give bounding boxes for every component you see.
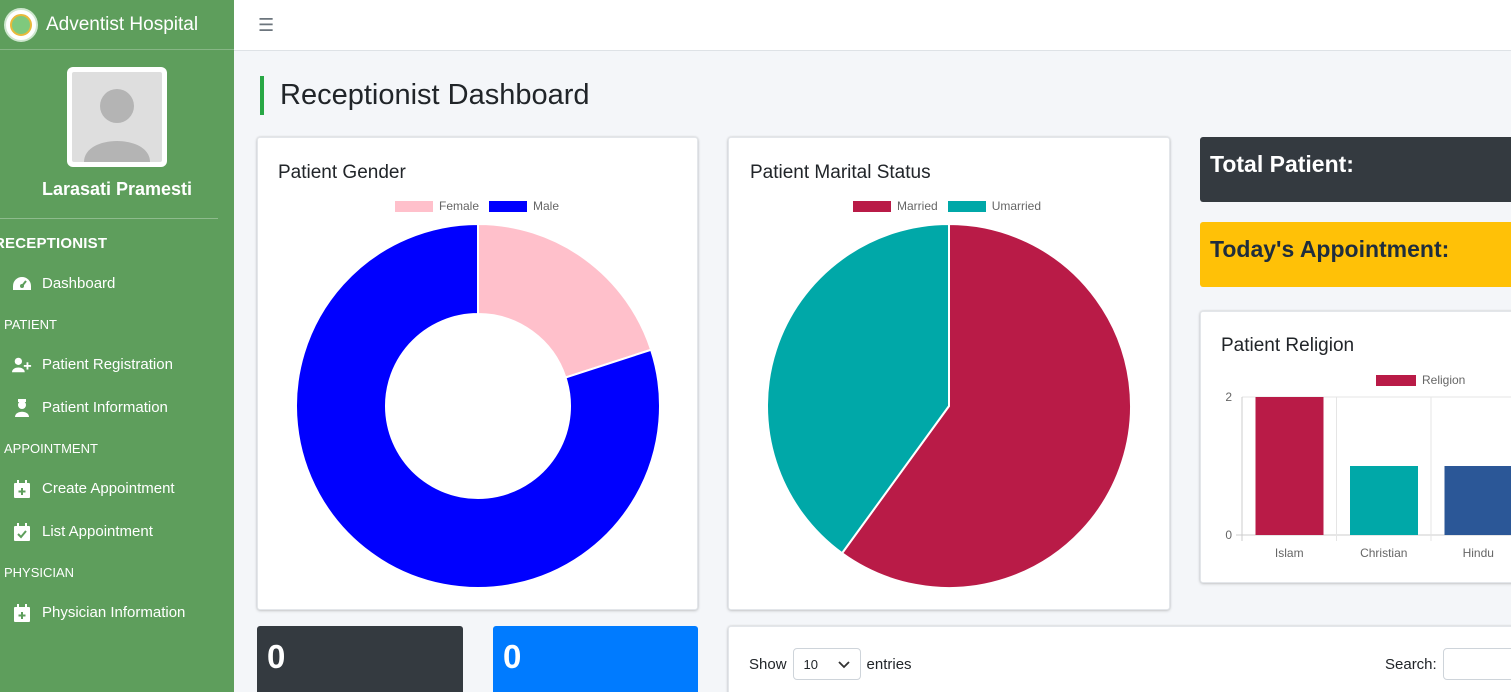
chevron-down-icon (837, 657, 850, 672)
user-panel: Larasati Pramesti (0, 50, 234, 200)
user-nurse-icon (12, 398, 32, 418)
todays-appointment-label: Today's Appointment: (1210, 236, 1450, 262)
sidebar-item-label: Patient Registration (42, 356, 173, 373)
menu-toggle-icon[interactable]: ☰ (258, 15, 274, 36)
calendar-plus-icon (12, 603, 32, 623)
y-tick-label: 2 (1225, 390, 1232, 404)
stat-box-dark: 0 (257, 626, 463, 692)
page-title: Receptionist Dashboard (260, 76, 590, 115)
hospital-logo (4, 7, 38, 42)
x-tick-label: Hindu (1463, 546, 1494, 560)
sidebar-item-create-appointment[interactable]: Create Appointment (0, 467, 234, 510)
sidebar-item-dashboard[interactable]: Dashboard (0, 262, 234, 305)
search-input[interactable] (1442, 648, 1511, 680)
total-patient-label: Total Patient: (1210, 151, 1354, 177)
nav-header-patient: PATIENT (4, 316, 57, 332)
sidebar: Adventist Hospital Larasati Pramesti REC… (0, 0, 234, 692)
todays-appointment-box: Today's Appointment: (1200, 222, 1511, 287)
table-search: Search: (1385, 648, 1511, 680)
brand-link[interactable]: Adventist Hospital (0, 0, 234, 50)
user-name[interactable]: Larasati Pramesti (0, 179, 234, 200)
brand-name: Adventist Hospital (46, 13, 199, 35)
pie-slice-female[interactable] (477, 222, 653, 379)
entries-control: Show 10 entries (749, 648, 912, 680)
stat-value: 0 (503, 638, 522, 675)
sidebar-item-patient-registration[interactable]: Patient Registration (0, 343, 234, 386)
stat-value: 0 (267, 638, 286, 675)
patient-marital-status-card: Patient Marital Status Married Umarried (728, 137, 1170, 610)
sidebar-item-label: Patient Information (42, 399, 168, 416)
calendar-plus-icon (12, 479, 32, 499)
entries-label: entries (866, 655, 912, 673)
x-tick-label: Islam (1275, 546, 1304, 560)
bar-hindu[interactable] (1444, 466, 1511, 535)
sidebar-item-label: Dashboard (42, 275, 116, 292)
user-plus-icon (12, 355, 32, 375)
sidebar-item-label: Physician Information (42, 604, 186, 621)
sidebar-divider (0, 218, 218, 219)
gender-doughnut-chart[interactable] (258, 138, 699, 611)
total-patient-box: Total Patient: (1200, 137, 1511, 202)
bar-christian[interactable] (1350, 466, 1418, 535)
sidebar-item-label: Create Appointment (42, 480, 175, 497)
nav-header-appointment: APPOINTMENT (4, 440, 98, 456)
religion-bar-chart[interactable]: 0 2 Islam Christian Hindu (1201, 312, 1511, 584)
sidebar-item-patient-information[interactable]: Patient Information (0, 386, 234, 429)
sidebar-item-label: List Appointment (42, 523, 153, 540)
search-label: Search: (1385, 655, 1437, 673)
user-role: RECEPTIONIST (0, 235, 108, 252)
top-navbar: ☰ (234, 0, 1511, 51)
bar-islam[interactable] (1255, 397, 1324, 535)
marital-pie-chart[interactable] (729, 138, 1171, 611)
nav-header-physician: PHYSICIAN (4, 564, 75, 580)
y-tick-label: 0 (1225, 528, 1232, 542)
stat-box-primary: 0 (493, 626, 698, 692)
show-label: Show (749, 655, 787, 673)
patient-gender-card: Patient Gender Female Male (257, 137, 698, 610)
calendar-check-icon (12, 522, 32, 542)
patient-religion-card: Patient Religion Religion 0 2 Islam Christi… (1200, 311, 1511, 583)
entries-value: 10 (803, 656, 818, 672)
sidebar-item-physician-information[interactable]: Physician Information (0, 591, 234, 634)
avatar (67, 67, 167, 167)
x-tick-label: Christian (1360, 546, 1407, 560)
entries-select[interactable]: 10 (792, 648, 861, 680)
tachometer-icon (12, 274, 32, 294)
sidebar-item-list-appointment[interactable]: List Appointment (0, 510, 234, 553)
